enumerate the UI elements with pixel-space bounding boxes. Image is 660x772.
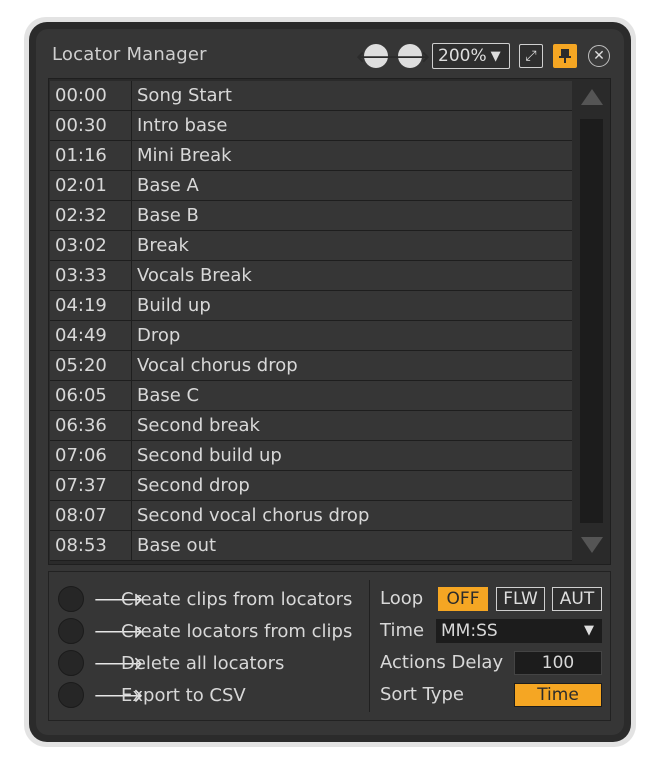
time-format-select[interactable]: MM:SS ▼ [436,619,602,643]
locator-row[interactable]: 06:36 Second break [50,411,572,441]
locator-name[interactable]: Mini Break [132,141,232,170]
locator-name[interactable]: Base out [132,531,216,560]
action-trigger-button[interactable] [58,650,84,676]
locator-time[interactable]: 02:32 [50,201,132,230]
action-trigger-button[interactable] [58,618,84,644]
locator-row[interactable]: 02:01 Base A [50,171,572,201]
locator-name[interactable]: Base B [132,201,199,230]
scroll-up-icon[interactable] [581,89,603,105]
locator-row[interactable]: 04:49 Drop [50,321,572,351]
locator-row[interactable]: 07:37 Second drop [50,471,572,501]
time-label: Time [380,620,425,641]
locator-row[interactable]: 00:30 Intro base [50,111,572,141]
sort-type-button[interactable]: Time [514,683,602,707]
locator-time[interactable]: 02:01 [50,171,132,200]
loop-label: Loop [380,588,424,609]
locator-time[interactable]: 06:36 [50,411,132,440]
arrow-right-icon: 🡒 [93,652,144,675]
loop-off-toggle[interactable]: OFF [438,587,488,611]
locator-name[interactable]: Vocals Break [132,261,252,290]
locator-time[interactable]: 00:30 [50,111,132,140]
locator-name[interactable]: Vocal chorus drop [132,351,298,380]
locator-time[interactable]: 08:53 [50,531,132,560]
actions-delay-input[interactable]: 100 [514,651,602,675]
scrollbar-thumb[interactable] [580,119,603,523]
expand-icon[interactable]: ⤢ [519,44,543,68]
locator-name[interactable]: Break [132,231,189,260]
sort-type-label: Sort Type [380,684,464,705]
action-delete-locators[interactable]: 🡒 Delete all locators [58,649,284,677]
locator-time[interactable]: 03:33 [50,261,132,290]
action-label: Create clips from locators [121,588,353,610]
chevron-down-icon: ▼ [584,623,594,638]
locator-name[interactable]: Second build up [132,441,282,470]
back-arrow-icon[interactable]: 🡐 [356,44,396,68]
locator-name[interactable]: Build up [132,291,211,320]
action-label: Create locators from clips [121,620,353,642]
arrow-right-icon: 🡒 [93,588,144,611]
locator-time[interactable]: 04:49 [50,321,132,350]
locator-time[interactable]: 06:05 [50,381,132,410]
locator-row[interactable]: 01:16 Mini Break [50,141,572,171]
loop-aut-toggle[interactable]: AUT [552,587,602,611]
panel-divider [369,580,370,712]
locator-time[interactable]: 00:00 [50,81,132,110]
actions-delay-label: Actions Delay [380,652,504,673]
locator-name[interactable]: Intro base [132,111,227,140]
close-icon[interactable]: ✕ [588,45,610,67]
locator-row[interactable]: 04:19 Build up [50,291,572,321]
action-label: Export to CSV [121,684,246,706]
locator-time[interactable]: 05:20 [50,351,132,380]
locator-name[interactable]: Song Start [132,81,232,110]
locator-name[interactable]: Base C [132,381,199,410]
scroll-down-icon[interactable] [581,537,603,553]
locator-row[interactable]: 03:33 Vocals Break [50,261,572,291]
locator-time[interactable]: 04:19 [50,291,132,320]
locator-name[interactable]: Second drop [132,471,250,500]
locator-time[interactable]: 07:37 [50,471,132,500]
pin-icon[interactable] [553,44,577,68]
action-export-csv[interactable]: 🡒 Export to CSV [58,681,246,709]
locator-row[interactable]: 00:00 Song Start [50,81,572,111]
action-create-locators[interactable]: 🡒 Create locators from clips [58,617,352,645]
locator-row[interactable]: 08:07 Second vocal chorus drop [50,501,572,531]
locator-time[interactable]: 07:06 [50,441,132,470]
forward-arrow-icon[interactable]: 🡒 [390,44,430,68]
locator-name[interactable]: Second break [132,411,260,440]
locator-row[interactable]: 05:20 Vocal chorus drop [50,351,572,381]
arrow-right-icon: 🡒 [93,620,144,643]
locator-row[interactable]: 07:06 Second build up [50,441,572,471]
locator-name[interactable]: Base A [132,171,199,200]
locator-list[interactable]: 00:00 Song Start 00:30 Intro base 01:16 Mini … [50,81,572,561]
locator-name[interactable]: Drop [132,321,180,350]
locator-time[interactable]: 03:02 [50,231,132,260]
arrow-right-icon: 🡒 [93,684,144,707]
locator-row[interactable]: 03:02 Break [50,231,572,261]
locator-row[interactable]: 08:53 Base out [50,531,572,561]
pin-glyph [559,49,571,63]
locator-time[interactable]: 01:16 [50,141,132,170]
locator-time[interactable]: 08:07 [50,501,132,530]
locator-name[interactable]: Second vocal chorus drop [132,501,369,530]
time-format-value: MM:SS [441,621,498,641]
action-trigger-button[interactable] [58,586,84,612]
zoom-value: 200% [438,46,487,66]
locator-row[interactable]: 06:05 Base C [50,381,572,411]
zoom-dropdown[interactable]: 200% ▼ [432,43,510,69]
window-title: Locator Manager [52,44,207,65]
action-create-clips[interactable]: 🡒 Create clips from locators [58,585,352,613]
scrollbar[interactable] [574,81,609,562]
chevron-down-icon: ▼ [490,48,501,64]
locator-row[interactable]: 02:32 Base B [50,201,572,231]
action-label: Delete all locators [121,652,285,674]
action-trigger-button[interactable] [58,682,84,708]
loop-flw-toggle[interactable]: FLW [496,587,545,611]
